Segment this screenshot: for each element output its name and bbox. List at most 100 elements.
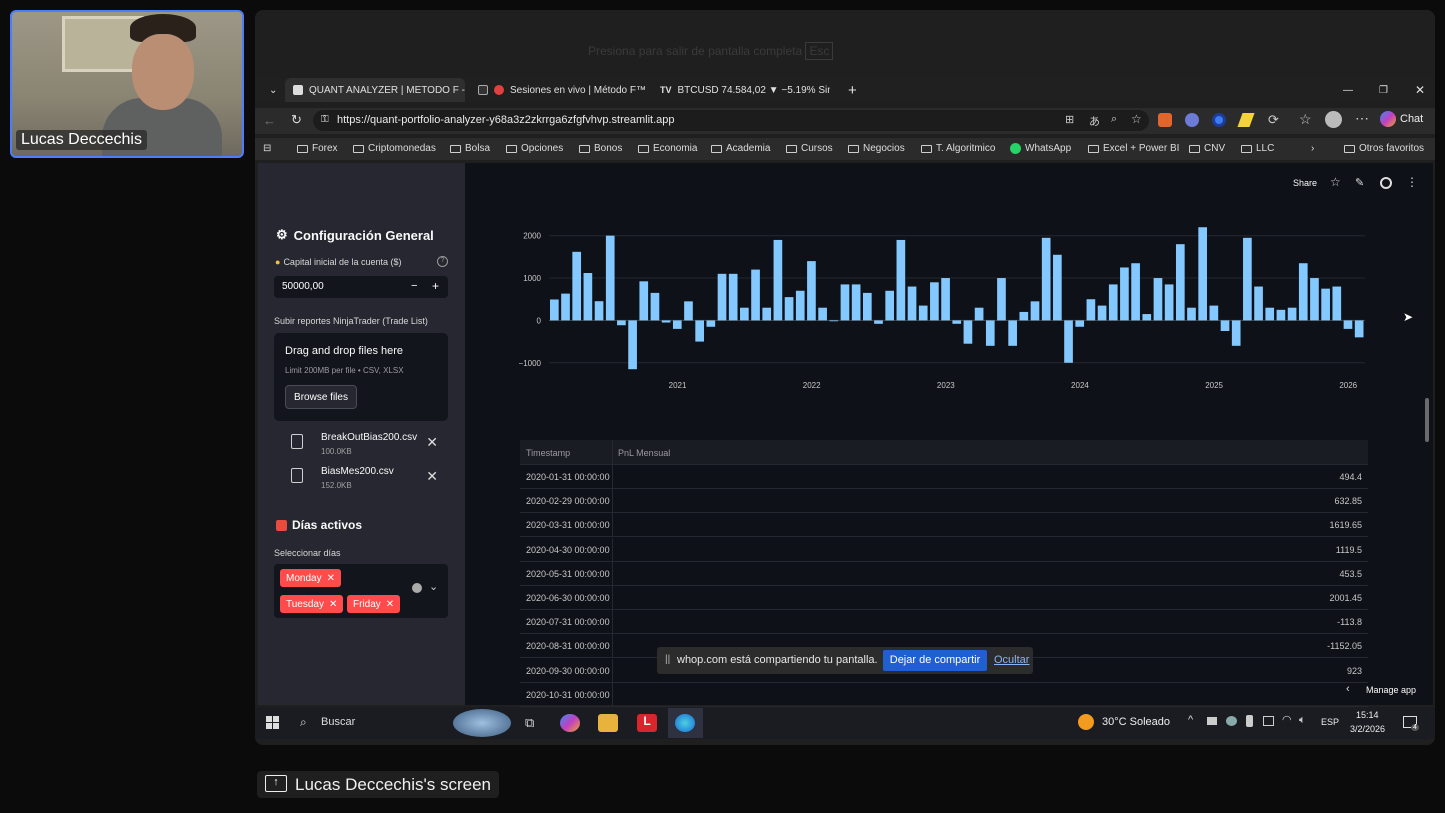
pnl-bar[interactable] [728,273,738,321]
pnl-bar[interactable] [1030,301,1040,321]
bookmark-cursos[interactable]: Cursos [786,143,833,154]
pnl-bar[interactable] [930,282,939,321]
pnl-bar[interactable] [1276,309,1286,321]
pnl-bar[interactable] [684,301,693,321]
collapse-icon[interactable]: ‹ [1346,683,1350,695]
bookmark-excel-power-bi[interactable]: Excel + Power BI [1088,143,1179,154]
tray-drive-icon[interactable] [1207,717,1217,725]
pnl-bar[interactable] [594,301,604,321]
app-l-icon[interactable]: L [637,714,657,732]
star-icon[interactable]: ☆ [1330,175,1341,189]
pnl-bar[interactable] [829,320,839,322]
more-menu-icon[interactable]: ⋯ [1355,110,1369,127]
pnl-bar[interactable] [862,292,872,321]
extensions-icon[interactable]: ⟳ [1268,112,1279,128]
hide-link[interactable]: Ocultar [994,654,1029,666]
pnl-bar[interactable] [672,320,682,329]
app-icon[interactable]: ⊞ [1065,113,1074,126]
wifi-icon[interactable]: ◠ [1282,713,1292,726]
pnl-bar[interactable] [773,239,783,321]
help-icon[interactable]: ? [437,256,448,267]
pnl-bar[interactable] [1064,320,1073,363]
weather-text[interactable]: 30°C Soleado [1102,716,1170,728]
pnl-bar[interactable] [997,278,1006,321]
volume-icon[interactable]: 🔈︎ [1299,714,1306,727]
pnl-bar[interactable] [1321,288,1330,321]
taskbar-search[interactable]: Buscar [321,716,355,728]
tab-actions-icon[interactable]: ⊟ [263,143,271,154]
clear-all-icon[interactable] [412,583,422,593]
favorite-star-icon[interactable]: ☆ [1131,112,1142,126]
pnl-bar[interactable] [1164,284,1174,321]
pnl-bar[interactable] [840,284,850,321]
pnl-bar[interactable] [1187,307,1196,321]
zoom-icon[interactable]: ⌕ [1111,113,1117,126]
language-indicator[interactable]: ESP [1321,717,1339,727]
chevron-down-icon[interactable]: ⌄ [429,580,438,593]
pnl-bar[interactable] [1332,286,1342,321]
pnl-bar[interactable] [784,297,794,321]
bookmark-t-algoritmico[interactable]: T. Algoritmico [921,143,995,154]
github-icon[interactable] [1380,177,1392,189]
clock-date[interactable]: 3/2/2026 [1350,724,1385,734]
remove-chip-icon[interactable]: ✕ [329,599,337,610]
bookmark-criptomonedas[interactable]: Criptomonedas [353,143,436,154]
pnl-bar[interactable] [1131,263,1140,321]
tab-sesiones[interactable]: Sesiones en vivo | Método F™ ✕ [470,78,645,102]
pnl-bar[interactable] [941,278,950,321]
edit-pencil-icon[interactable]: ✎ [1355,176,1364,189]
pnl-bar[interactable] [572,251,582,321]
site-info-icon[interactable]: ⚿ [321,114,329,125]
remove-file-icon[interactable]: ✕ [426,434,438,451]
bookmark-bonos[interactable]: Bonos [579,143,622,154]
tray-mic-icon[interactable] [1246,715,1253,727]
tab-quant-analyzer[interactable]: QUANT ANALYZER | METODO F - S ✕ [285,78,465,102]
pnl-bar[interactable] [650,292,660,321]
pnl-bar[interactable] [1019,311,1029,321]
pnl-bar[interactable] [807,261,816,321]
bookmark-llc[interactable]: LLC [1241,143,1274,154]
tray-display-icon[interactable] [1263,716,1274,726]
pnl-bar[interactable] [706,320,716,327]
manage-app-button[interactable]: Manage app [1366,685,1416,695]
table-row[interactable]: 2020-04-30 00:00:00 1119.5 [520,537,1368,562]
bookmark-opciones[interactable]: Opciones [506,143,563,154]
pnl-bar[interactable] [1075,320,1085,327]
pnl-bar[interactable] [907,286,917,321]
table-row[interactable]: 2020-02-29 00:00:00 632.85 [520,489,1368,514]
table-row[interactable]: 2020-06-30 00:00:00 2001.45 [520,586,1368,610]
table-row[interactable]: 2020-01-31 00:00:00 494.4 [520,465,1368,489]
minimize-icon[interactable]: — [1335,78,1355,102]
file-explorer-icon[interactable] [598,714,618,732]
stop-sharing-button[interactable]: Dejar de compartir [883,650,987,671]
pnl-bar[interactable] [550,299,559,321]
table-row[interactable]: 2020-10-31 00:00:00 [520,682,1368,707]
windows-start-icon[interactable] [266,716,279,729]
pnl-bar[interactable] [1231,320,1241,346]
extension-dot-icon[interactable] [1212,113,1226,127]
restore-icon[interactable]: ❐ [1371,78,1391,102]
tab-btcusd[interactable]: TV BTCUSD 74.584,02 ▼ −5.19% Sin n ✕ [652,78,830,102]
days-multiselect[interactable]: Monday ✕ Tuesday ✕ Friday ✕ ⌄ [274,564,448,618]
weather-sun-icon[interactable] [1078,714,1094,730]
pnl-bar[interactable] [795,290,805,321]
pnl-bar[interactable] [751,269,760,321]
bookmark-cnv[interactable]: CNV [1189,143,1225,154]
pnl-bar[interactable] [1142,314,1152,321]
bookmark-negocios[interactable]: Negocios [848,143,905,154]
pnl-bar[interactable] [717,273,727,321]
pnl-bar[interactable] [1120,267,1129,321]
pnl-bar[interactable] [885,290,895,321]
pnl-bar[interactable] [639,281,649,321]
edge-browser-icon[interactable] [675,714,695,732]
pnl-bar[interactable] [851,284,861,321]
decrement-button[interactable]: − [411,280,417,292]
pnl-bar[interactable] [1310,278,1319,321]
search-highlight-image[interactable] [453,709,511,737]
extension-shield-icon[interactable] [1185,113,1199,127]
pnl-bar[interactable] [762,307,772,321]
clock-time[interactable]: 15:14 [1356,710,1379,720]
pnl-bar[interactable] [617,320,626,326]
pnl-bar[interactable] [1198,227,1208,321]
pnl-bar[interactable] [818,307,827,321]
